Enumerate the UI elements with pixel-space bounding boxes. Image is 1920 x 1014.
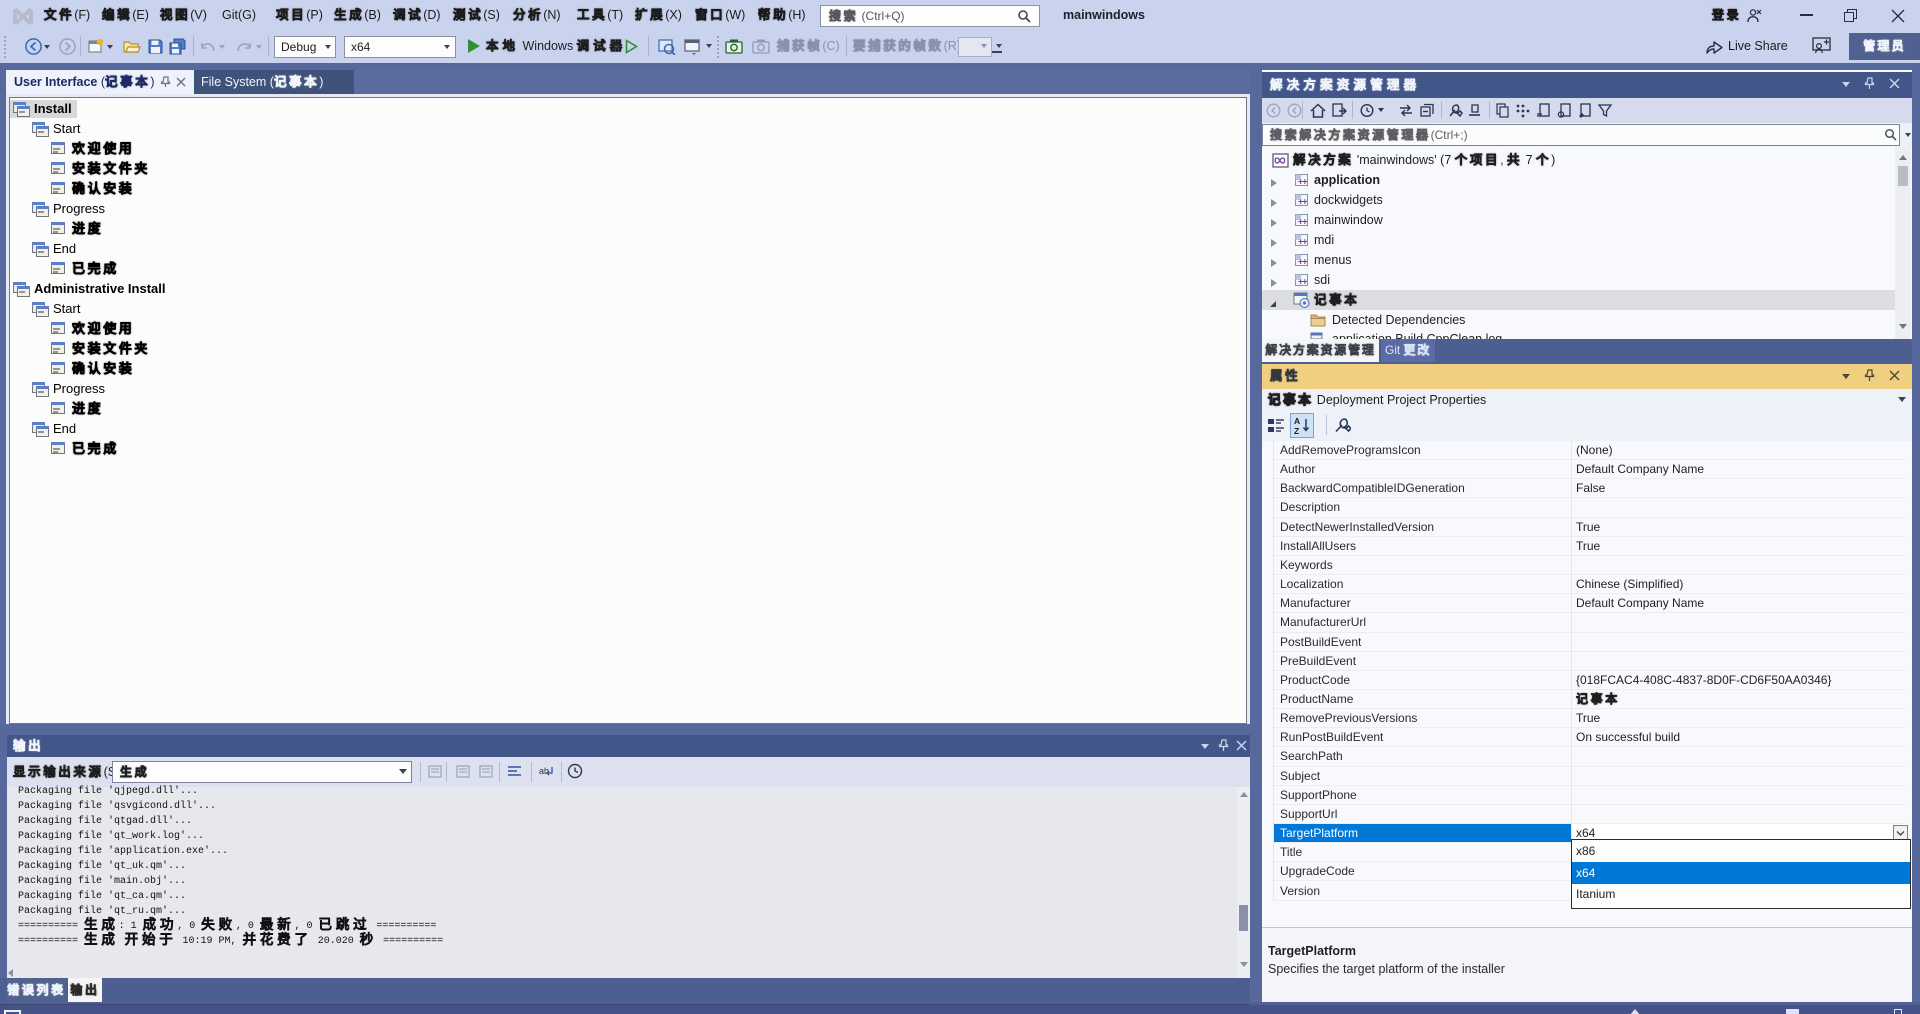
svg-text:++: ++	[1298, 257, 1308, 267]
svg-text:++: ++	[1298, 277, 1308, 287]
svg-text:ab: ab	[539, 766, 549, 776]
svg-text:Z: Z	[1294, 426, 1299, 435]
svg-text:++: ++	[1298, 237, 1308, 247]
svg-text:++: ++	[1298, 197, 1308, 207]
svg-text:A: A	[1294, 416, 1300, 426]
svg-text:++: ++	[1298, 177, 1308, 187]
svg-text:++: ++	[1298, 217, 1308, 227]
